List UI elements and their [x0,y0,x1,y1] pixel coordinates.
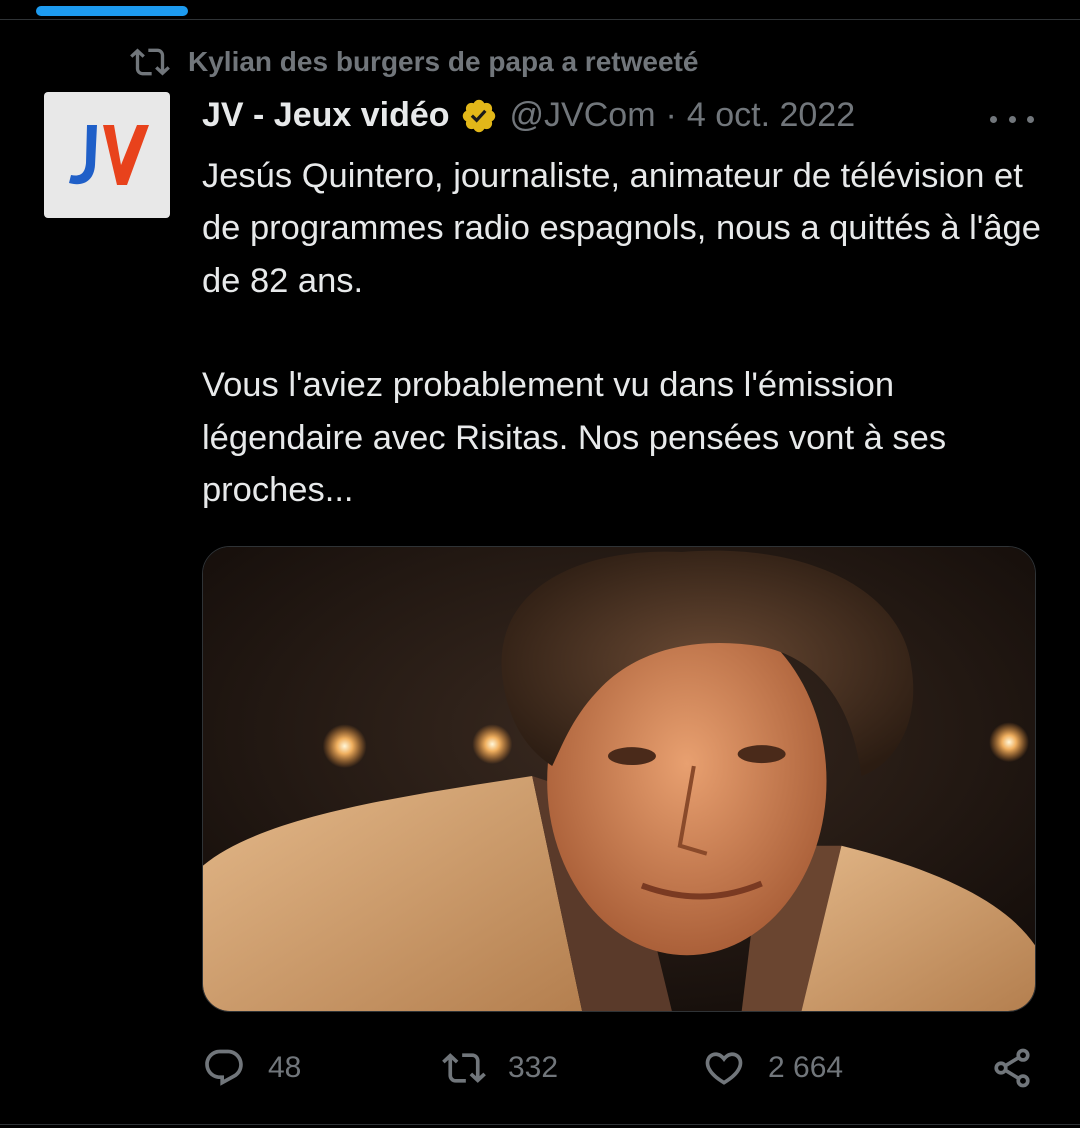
gold-verified-icon[interactable] [460,97,498,135]
share-icon [994,1048,1030,1088]
tweet-paragraph: Jesús Quintero, journaliste, animateur d… [202,157,1041,300]
share-button[interactable] [990,1046,1034,1090]
tweet-header: JV - Jeux vidéo @JVCom · 4 oct. 2022 [202,96,855,135]
tweet-screen: Kylian des burgers de papa a retweeté JV… [0,0,1080,1128]
divider [0,19,1080,20]
retweet-context[interactable]: Kylian des burgers de papa a retweeté [130,42,698,82]
like-count: 2 664 [768,1051,844,1084]
more-options-icon[interactable] [990,104,1034,134]
avatar[interactable] [44,92,170,218]
retweet-icon [130,48,170,76]
tweet-paragraph: Vous l'aviez probablement vu dans l'émis… [202,366,947,510]
display-name[interactable]: JV - Jeux vidéo [202,96,450,135]
divider [0,1124,1080,1125]
reply-icon [205,1049,243,1086]
retweet-count: 332 [508,1051,559,1084]
tweet-actions: 48 332 2 664 [202,1046,1036,1096]
retweet-button[interactable]: 332 [442,1046,558,1090]
retweet-icon [442,1053,486,1083]
reply-count: 48 [268,1051,302,1084]
separator-dot: · [665,96,677,134]
tweet-photo[interactable] [202,546,1036,1012]
reply-button[interactable]: 48 [202,1046,301,1090]
tweet-date[interactable]: 4 oct. 2022 [687,96,855,135]
like-button[interactable]: 2 664 [702,1046,843,1090]
user-handle[interactable]: @JVCom [510,96,656,135]
loading-progress-bar [36,6,188,16]
retweet-context-label: Kylian des burgers de papa a retweeté [188,46,699,77]
heart-icon [705,1052,743,1085]
tweet-text: Jesús Quintero, journaliste, animateur d… [202,150,1052,516]
jv-logo [69,125,149,185]
portrait-image [203,547,1035,1011]
